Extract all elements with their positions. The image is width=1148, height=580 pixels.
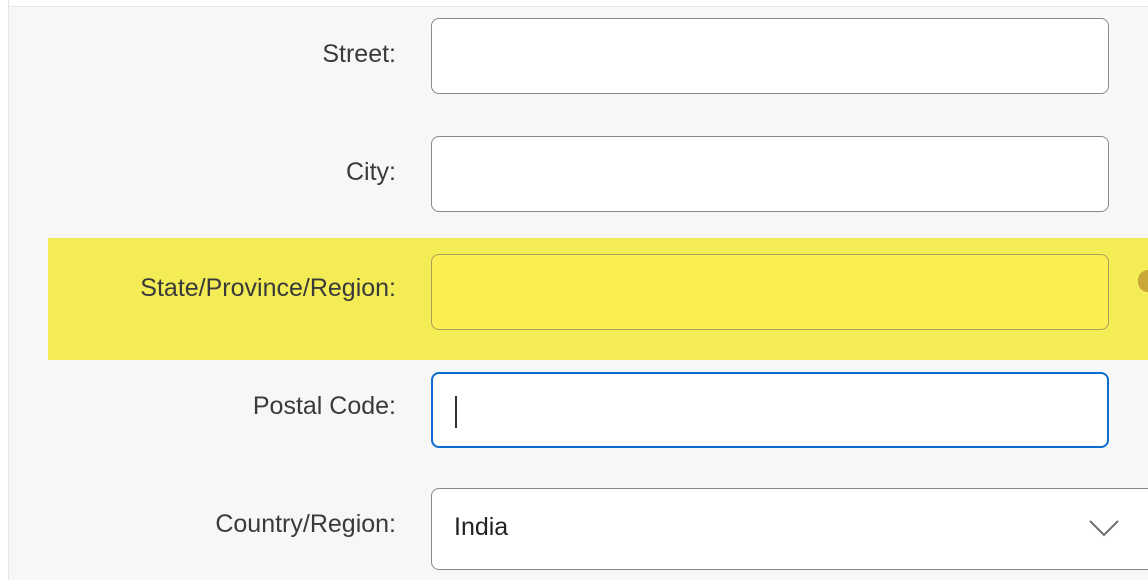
country-select-value: India — [454, 513, 509, 541]
country-select[interactable]: India — [431, 488, 1148, 570]
chevron-down-icon[interactable] — [1086, 515, 1122, 539]
street-row: Street: — [48, 18, 1148, 98]
postal-code-input[interactable] — [431, 372, 1109, 448]
postal-code-row: Postal Code: — [48, 372, 1148, 452]
street-input[interactable] — [431, 18, 1109, 94]
state-label: State/Province/Region: — [140, 274, 396, 302]
street-label: Street: — [322, 40, 396, 68]
text-caret — [455, 396, 457, 428]
address-form-page: Street: City: State/Province/Region: Pos… — [0, 0, 1148, 580]
left-panel-edge — [0, 0, 9, 580]
city-row: City: — [48, 136, 1148, 216]
city-input[interactable] — [431, 136, 1109, 212]
state-row: State/Province/Region: — [48, 254, 1148, 334]
top-panel-edge — [9, 0, 1148, 7]
postal-code-label: Postal Code: — [252, 392, 396, 420]
state-input[interactable] — [431, 254, 1109, 330]
city-label: City: — [346, 158, 396, 186]
country-label: Country/Region: — [215, 510, 396, 538]
